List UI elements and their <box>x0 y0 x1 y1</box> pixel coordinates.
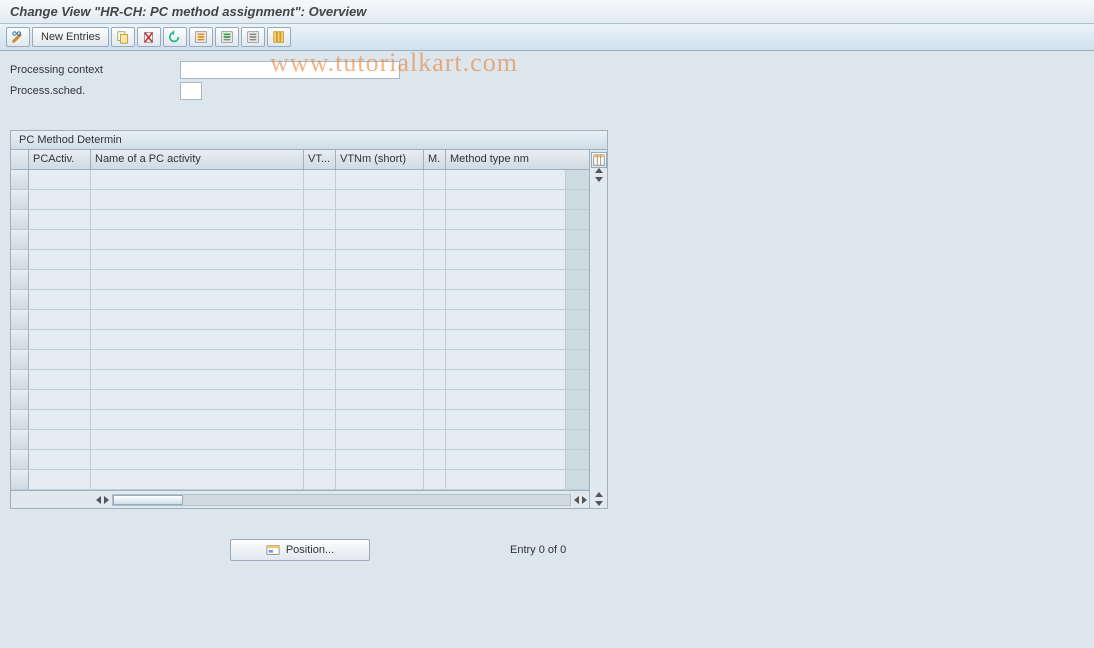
col-m[interactable]: M. <box>424 150 446 169</box>
row-selector-header[interactable] <box>11 150 29 169</box>
table-row[interactable] <box>11 190 589 210</box>
vertical-scrollbar[interactable] <box>589 150 607 508</box>
table-row[interactable] <box>11 410 589 430</box>
toggle-display-change-button[interactable] <box>6 27 30 47</box>
col-vt[interactable]: VT... <box>304 150 336 169</box>
delete-icon <box>142 30 156 44</box>
position-button[interactable]: Position... <box>230 539 370 561</box>
col-name[interactable]: Name of a PC activity <box>91 150 304 169</box>
grid-wrap: PCActiv. Name of a PC activity VT... VTN… <box>11 150 607 508</box>
scroll-left-end-icon[interactable] <box>574 496 579 504</box>
process-sched-input[interactable] <box>180 82 202 100</box>
page-title: Change View "HR-CH: PC method assignment… <box>0 0 1094 24</box>
table-row[interactable] <box>11 430 589 450</box>
processing-context-input[interactable] <box>180 61 400 79</box>
position-icon <box>266 543 280 557</box>
table-row[interactable] <box>11 210 589 230</box>
table-config-icon <box>592 153 606 167</box>
select-all-icon <box>194 30 208 44</box>
deselect-all-button[interactable] <box>241 27 265 47</box>
grid-header: PCActiv. Name of a PC activity VT... VTN… <box>11 150 589 170</box>
table-row[interactable] <box>11 470 589 490</box>
scroll-left-icon[interactable] <box>96 496 101 504</box>
process-sched-row: Process.sched. <box>10 82 1084 100</box>
processing-context-label: Processing context <box>10 64 180 76</box>
col-pcactiv[interactable]: PCActiv. <box>29 150 91 169</box>
pencil-glasses-icon <box>11 30 25 44</box>
undo-icon <box>168 30 182 44</box>
table-row[interactable] <box>11 330 589 350</box>
scroll-down-icon[interactable] <box>595 177 603 182</box>
col-vtnm[interactable]: VTNm (short) <box>336 150 424 169</box>
copy-as-button[interactable] <box>111 27 135 47</box>
scroll-down-end-icon[interactable] <box>595 501 603 506</box>
table-row[interactable] <box>11 250 589 270</box>
table-row[interactable] <box>11 170 589 190</box>
processing-context-row: Processing context <box>10 61 1084 79</box>
new-entries-label: New Entries <box>41 31 100 43</box>
select-all-button[interactable] <box>189 27 213 47</box>
scroll-right-icon[interactable] <box>104 496 109 504</box>
table-row[interactable] <box>11 390 589 410</box>
process-sched-label: Process.sched. <box>10 85 180 97</box>
select-block-icon <box>220 30 234 44</box>
table-row[interactable] <box>11 290 589 310</box>
table-row[interactable] <box>11 350 589 370</box>
deselect-all-icon <box>246 30 260 44</box>
scroll-up-end-icon[interactable] <box>595 492 603 497</box>
footer-row: Position... Entry 0 of 0 <box>10 539 1084 561</box>
panel-title: PC Method Determin <box>11 131 607 150</box>
table-row[interactable] <box>11 310 589 330</box>
table-row[interactable] <box>11 270 589 290</box>
application-toolbar: New Entries <box>0 24 1094 51</box>
horizontal-scrollbar[interactable] <box>11 490 589 508</box>
table-config-button[interactable] <box>591 152 607 168</box>
col-method-type[interactable]: Method type nm <box>446 150 566 169</box>
select-block-button[interactable] <box>215 27 239 47</box>
entry-count-label: Entry 0 of 0 <box>510 544 566 556</box>
table-row[interactable] <box>11 370 589 390</box>
table-settings-button[interactable] <box>267 27 291 47</box>
position-label: Position... <box>286 544 334 556</box>
table-row[interactable] <box>11 230 589 250</box>
column-config-icon <box>272 30 286 44</box>
data-grid: PCActiv. Name of a PC activity VT... VTN… <box>11 150 589 508</box>
grid-body <box>11 170 589 490</box>
undo-change-button[interactable] <box>163 27 187 47</box>
copy-icon <box>116 30 130 44</box>
new-entries-button[interactable]: New Entries <box>32 27 109 47</box>
content-area: Processing context Process.sched. PC Met… <box>0 51 1094 571</box>
scroll-up-icon[interactable] <box>595 168 603 173</box>
delete-button[interactable] <box>137 27 161 47</box>
table-row[interactable] <box>11 450 589 470</box>
hscroll-track[interactable] <box>112 494 571 506</box>
hscroll-thumb[interactable] <box>113 495 183 505</box>
pc-method-panel: PC Method Determin PCActiv. Name of a PC… <box>10 130 608 509</box>
scroll-right-end-icon[interactable] <box>582 496 587 504</box>
